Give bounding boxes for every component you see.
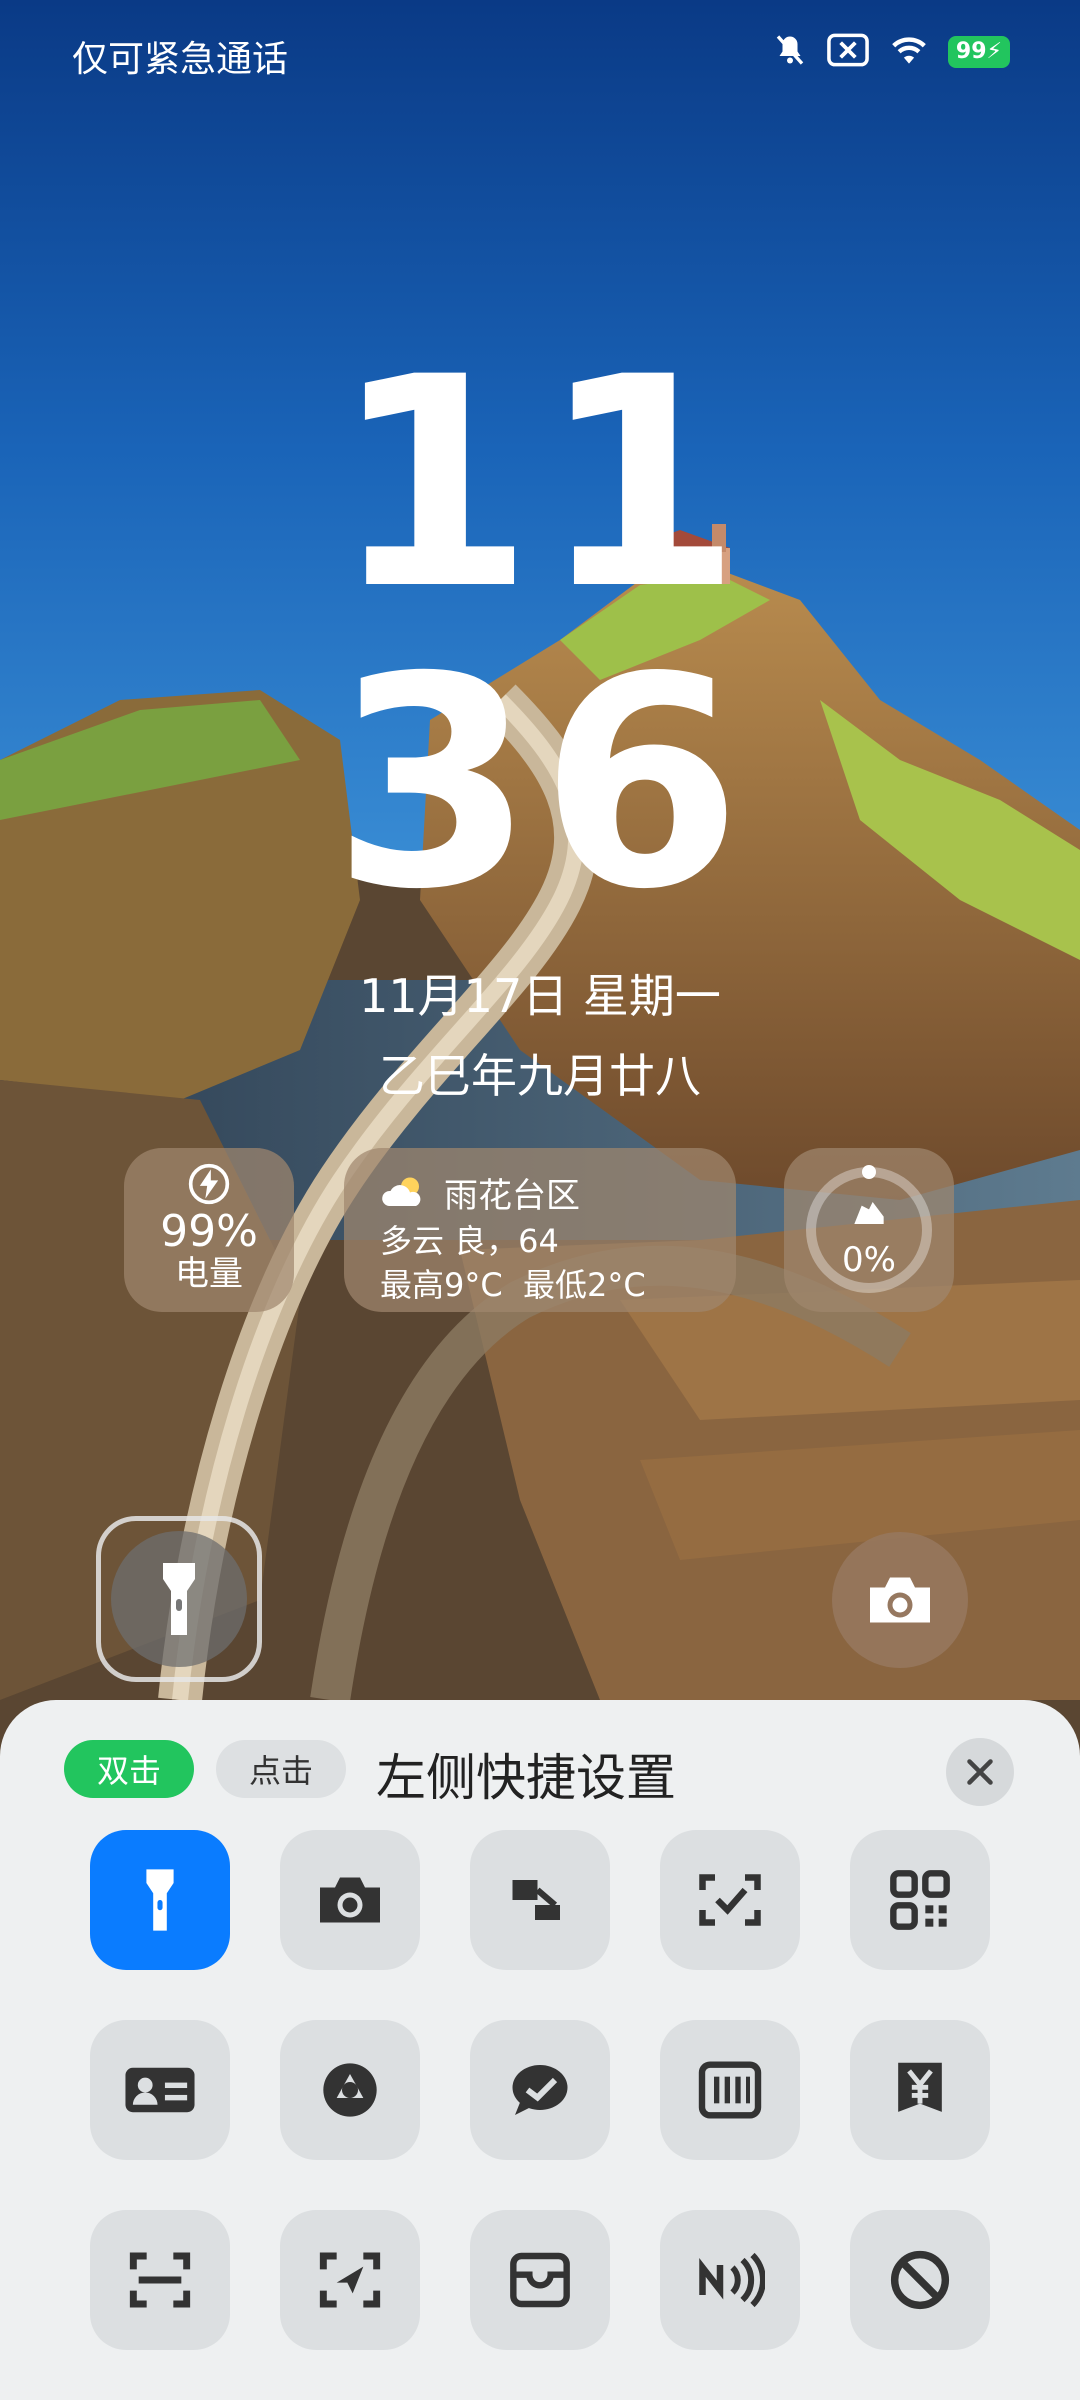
tile-scan-check[interactable] bbox=[660, 1830, 800, 1970]
battery-percent: 99% bbox=[160, 1206, 258, 1257]
nfc-icon bbox=[699, 2252, 765, 2308]
weather-range: 最高9°C 最低2°C bbox=[380, 1266, 646, 1304]
tile-wallet[interactable] bbox=[470, 2210, 610, 2350]
scan-frame-icon bbox=[129, 2252, 191, 2308]
tile-send-scan[interactable] bbox=[280, 2210, 420, 2350]
pay-yuan-icon bbox=[898, 2062, 942, 2112]
camera-icon bbox=[870, 1577, 930, 1623]
weather-condition: 多云 良，64 bbox=[380, 1222, 559, 1260]
tab-double-tap[interactable]: 双击 bbox=[64, 1740, 194, 1798]
weather-widget[interactable]: 雨花台区 多云 良，64 最高9°C 最低2°C bbox=[344, 1148, 736, 1312]
clock-minute: 36 bbox=[332, 616, 748, 953]
tile-disable[interactable] bbox=[850, 2210, 990, 2350]
carrier-status: 仅可紧急通话 bbox=[72, 39, 289, 80]
tile-id-card[interactable] bbox=[90, 2020, 230, 2160]
mute-bell-icon bbox=[772, 32, 808, 72]
tab-single-tap[interactable]: 点击 bbox=[216, 1740, 346, 1798]
id-card-icon bbox=[125, 2067, 195, 2113]
battery-indicator: 99⚡ bbox=[947, 36, 1010, 68]
tile-qr-code[interactable] bbox=[850, 1830, 990, 1970]
barcode-icon bbox=[698, 2061, 762, 2119]
tile-camera[interactable] bbox=[280, 1830, 420, 1970]
weather-location: 雨花台区 bbox=[444, 1176, 580, 1216]
shutter-icon bbox=[323, 2063, 377, 2117]
wallet-card-icon bbox=[510, 2252, 570, 2308]
lock-flashlight-button[interactable] bbox=[96, 1516, 262, 1682]
no-sim-icon bbox=[826, 32, 870, 72]
tile-scan-frame[interactable] bbox=[90, 2210, 230, 2350]
tile-nfc[interactable] bbox=[660, 2210, 800, 2350]
steps-widget[interactable]: 0% bbox=[784, 1148, 954, 1312]
shoe-icon bbox=[847, 1194, 891, 1236]
close-icon bbox=[967, 1759, 993, 1785]
disable-icon bbox=[890, 2250, 950, 2310]
cloudy-sun-icon bbox=[380, 1173, 428, 1213]
battery-widget[interactable]: 99% 电量 bbox=[124, 1148, 294, 1312]
date-solar: 11月17日 星期一 bbox=[359, 969, 721, 1023]
tile-wechat[interactable] bbox=[470, 2020, 610, 2160]
tile-barcode[interactable] bbox=[660, 2020, 800, 2160]
tile-shutter[interactable] bbox=[280, 2020, 420, 2160]
battery-bolt-icon bbox=[124, 1162, 294, 1210]
tile-pay[interactable] bbox=[850, 2020, 990, 2160]
steps-percent: 0% bbox=[842, 1240, 896, 1280]
date-lunar: 乙巳年九月廿八 bbox=[379, 1049, 701, 1103]
qr-code-icon bbox=[890, 1870, 950, 1930]
camera-icon bbox=[320, 1877, 380, 1923]
sheet-title: 左侧快捷设置 bbox=[376, 1749, 676, 1807]
send-scan-icon bbox=[319, 2252, 381, 2308]
close-button[interactable] bbox=[946, 1738, 1014, 1806]
video-record-icon bbox=[512, 1880, 560, 1920]
wechat-chat-icon bbox=[512, 2065, 568, 2115]
scan-check-icon bbox=[699, 1874, 761, 1926]
clock-hour: 11 bbox=[332, 316, 748, 653]
left-shortcut-sheet: 双击 点击 左侧快捷设置 bbox=[0, 1700, 1080, 2400]
tile-flashlight[interactable] bbox=[90, 1830, 230, 1970]
wifi-icon bbox=[888, 33, 930, 71]
lock-camera-button[interactable] bbox=[832, 1532, 968, 1668]
tile-video[interactable] bbox=[470, 1830, 610, 1970]
flashlight-icon bbox=[146, 1869, 174, 1931]
flashlight-icon bbox=[163, 1563, 195, 1635]
charging-bolt-icon: ⚡ bbox=[986, 39, 1002, 64]
battery-label: 电量 bbox=[175, 1254, 243, 1294]
status-bar: 仅可紧急通话 99⚡ bbox=[0, 0, 1080, 110]
